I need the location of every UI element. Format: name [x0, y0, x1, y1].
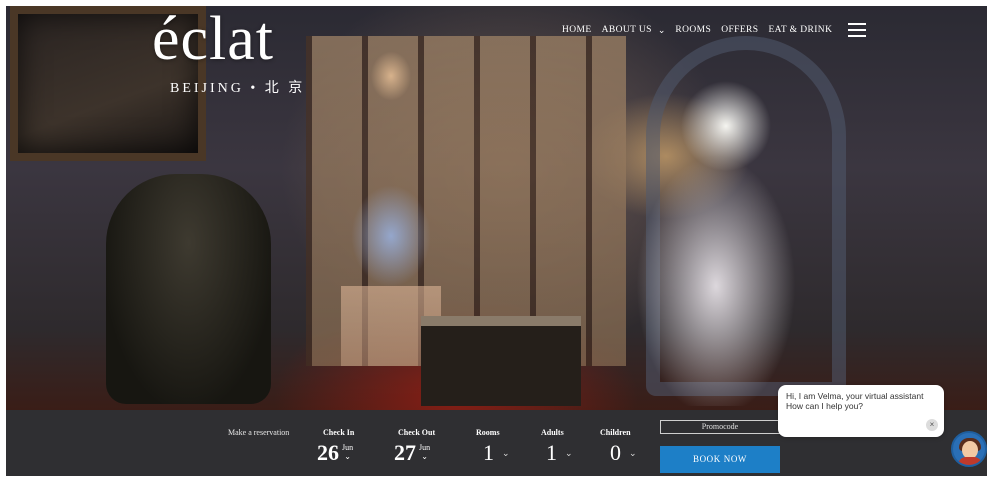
nav-rooms[interactable]: ROOMS [675, 25, 711, 35]
nav-eat-drink[interactable]: EAT & DRINK [768, 25, 832, 35]
check-out-label: Check Out [398, 428, 436, 437]
chevron-down-icon: ⌄ [502, 447, 510, 458]
chess-table [421, 316, 581, 406]
chevron-down-icon[interactable]: ⌄ [658, 25, 666, 36]
armchair [106, 174, 271, 404]
nav-home[interactable]: HOME [562, 25, 592, 35]
check-in-month: Jun [342, 443, 354, 452]
nav-about-us[interactable]: ABOUT US [602, 25, 652, 35]
children-select[interactable]: 0 ⌄ [610, 442, 637, 464]
hamburger-icon[interactable] [848, 23, 867, 37]
check-out-month: Jun [419, 443, 431, 452]
check-out-day: 27 [394, 440, 416, 465]
woman-in-white [606, 56, 806, 406]
check-out-picker[interactable]: 27 Jun ⌄ [394, 442, 430, 464]
nav-offers[interactable]: OFFERS [721, 25, 758, 35]
brand-location: BEIJING • 北 京 [170, 81, 306, 96]
chevron-down-icon: ⌄ [344, 452, 351, 461]
promocode-input[interactable]: Promocode [660, 420, 780, 434]
book-now-button[interactable]: BOOK NOW [660, 446, 780, 473]
adults-value: 1 [546, 440, 557, 465]
check-in-picker[interactable]: 26 Jun ⌄ [317, 442, 353, 464]
chat-prompt: How can I help you? [786, 401, 864, 412]
chat-greeting: Hi, I am Velma, your virtual assistant [786, 391, 924, 401]
adults-label: Adults [541, 428, 564, 437]
woman-in-blue-dress [341, 26, 441, 366]
main-nav: HOME ABOUT US ⌄ ROOMS OFFERS EAT & DRINK [562, 20, 867, 40]
brand-logo[interactable]: éclat [152, 8, 274, 70]
make-reservation-label: Make a reservation [228, 428, 290, 437]
chat-bubble[interactable]: Hi, I am Velma, your virtual assistant H… [778, 385, 944, 437]
adults-select[interactable]: 1 ⌄ [546, 442, 573, 464]
chevron-down-icon: ⌄ [421, 452, 428, 461]
close-icon[interactable]: × [926, 419, 938, 431]
chevron-down-icon: ⌄ [629, 447, 637, 458]
rooms-select[interactable]: 1 ⌄ [483, 442, 510, 464]
assistant-avatar[interactable] [951, 431, 987, 467]
check-in-day: 26 [317, 440, 339, 465]
check-in-label: Check In [323, 428, 355, 437]
children-value: 0 [610, 440, 621, 465]
rooms-label: Rooms [476, 428, 500, 437]
children-label: Children [600, 428, 631, 437]
rooms-value: 1 [483, 440, 494, 465]
chevron-down-icon: ⌄ [565, 447, 573, 458]
